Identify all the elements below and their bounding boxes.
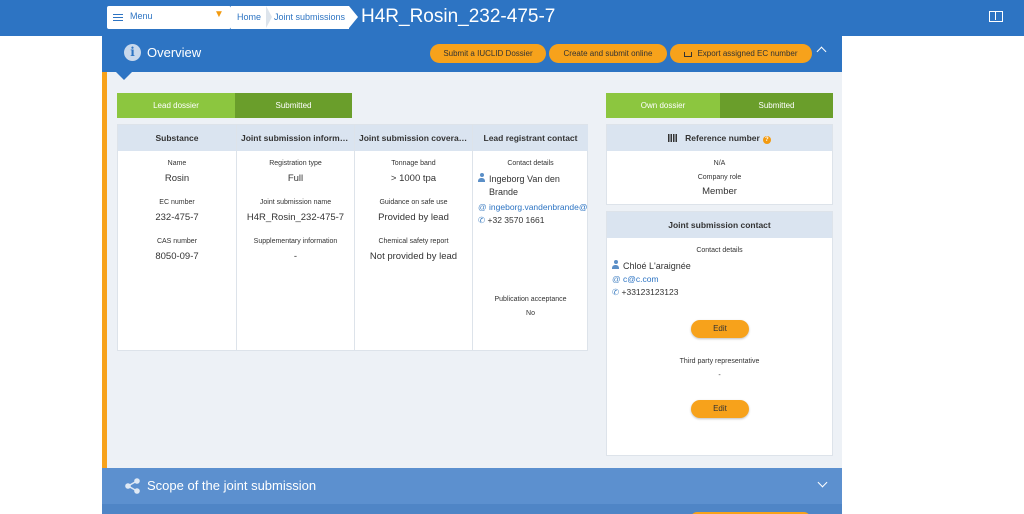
substance-header: Substance bbox=[118, 125, 236, 151]
menu-label: Menu bbox=[130, 11, 153, 21]
js-coverage-column: Joint submission coverage Tonnage band >… bbox=[354, 125, 472, 350]
js-name-label: Joint submission name bbox=[259, 199, 332, 206]
user-icon bbox=[478, 173, 485, 182]
js-contact-phone: ✆ +33123123123 bbox=[612, 287, 678, 298]
js-contact-email-text[interactable]: c@c.com bbox=[623, 274, 659, 284]
chevron-down-icon: ▼ bbox=[214, 9, 224, 20]
hamburger-icon bbox=[113, 14, 123, 21]
registration-type: Full bbox=[287, 173, 304, 184]
js-coverage-header: Joint submission coverage bbox=[355, 125, 472, 151]
supplementary-info-label: Supplementary information bbox=[253, 238, 338, 245]
overview-notch bbox=[116, 72, 132, 80]
js-contact-header: Joint submission contact bbox=[607, 212, 832, 238]
third-party-label: Third party representative bbox=[679, 358, 760, 365]
breadcrumb-joint-submissions[interactable]: Joint submissions bbox=[274, 12, 345, 22]
publication-acceptance: No bbox=[526, 310, 535, 317]
csr-label: Chemical safety report bbox=[378, 238, 449, 245]
lead-dossier-label: Lead dossier bbox=[117, 93, 235, 118]
lead-contact-email[interactable]: @ ingeborg.vandenbrande@ bbox=[478, 202, 587, 212]
reference-card: Reference number? N/A Company role Membe… bbox=[606, 124, 833, 205]
tonnage-band-label: Tonnage band bbox=[391, 160, 436, 167]
js-contact-name-text: Chloé L'araignée bbox=[623, 261, 691, 271]
lead-contact-column: Lead registrant contact Contact details … bbox=[472, 125, 588, 350]
js-contact-name: Chloé L'araignée bbox=[612, 260, 691, 271]
help-icon[interactable]: ? bbox=[762, 136, 771, 144]
substance-column: Substance Name Rosin EC number 232-475-7… bbox=[118, 125, 236, 350]
submit-iuclid-button[interactable]: Submit a IUCLID Dossier bbox=[430, 44, 546, 63]
js-contact-phone-text: +33123123123 bbox=[621, 287, 679, 297]
js-contact-email[interactable]: @ c@c.com bbox=[612, 274, 659, 284]
phone-icon: ✆ bbox=[478, 215, 486, 225]
lead-contact-name: Ingeborg Van den bbox=[478, 173, 560, 184]
create-submit-online-button[interactable]: Create and submit online bbox=[549, 44, 667, 63]
csr-value: Not provided by lead bbox=[369, 251, 458, 262]
registration-type-label: Registration type bbox=[269, 160, 322, 167]
cas-number-label: CAS number bbox=[156, 238, 198, 245]
reference-header: Reference number? bbox=[607, 125, 832, 151]
name-label: Name bbox=[167, 160, 187, 167]
lead-contact-phone-text: +32 3570 1661 bbox=[487, 215, 545, 225]
page-margin bbox=[842, 36, 1024, 514]
download-icon bbox=[684, 52, 693, 57]
reference-header-label: Reference number bbox=[685, 133, 760, 143]
guidance-value: Provided by lead bbox=[378, 212, 449, 223]
book-icon[interactable] bbox=[989, 11, 1003, 22]
js-info-column: Joint submission information Registratio… bbox=[236, 125, 354, 350]
js-name: H4R_Rosin_232-475-7 bbox=[246, 212, 345, 223]
info-icon: i bbox=[124, 44, 141, 61]
lead-contact-name-line2: Brande bbox=[489, 187, 519, 197]
phone-icon: ✆ bbox=[612, 287, 620, 297]
js-contact-details-label: Contact details bbox=[696, 247, 743, 254]
supplementary-info: - bbox=[293, 251, 298, 262]
share-icon bbox=[125, 478, 140, 494]
status-stripe bbox=[102, 72, 107, 468]
user-icon bbox=[612, 260, 619, 269]
reference-number: N/A bbox=[713, 160, 726, 167]
company-role-label: Company role bbox=[697, 174, 742, 181]
overview-table: Substance Name Rosin EC number 232-475-7… bbox=[117, 124, 588, 351]
js-contact-card: Joint submission contact Contact details… bbox=[606, 211, 833, 456]
js-info-header: Joint submission information bbox=[237, 125, 354, 151]
lead-dossier-status: Submitted bbox=[235, 93, 352, 118]
breadcrumb-separator bbox=[266, 6, 272, 28]
breadcrumb-arrow bbox=[349, 6, 358, 28]
substance-name: Rosin bbox=[164, 173, 190, 184]
tonnage-band: > 1000 tpa bbox=[390, 173, 437, 184]
edit-contact-button[interactable]: Edit bbox=[691, 320, 749, 338]
lead-contact-header: Lead registrant contact bbox=[473, 125, 588, 151]
ec-number: 232-475-7 bbox=[155, 212, 199, 223]
barcode-icon bbox=[668, 134, 678, 142]
lead-contact-name-line1: Ingeborg Van den bbox=[489, 174, 560, 184]
edit-third-party-button[interactable]: Edit bbox=[691, 400, 749, 418]
own-dossier-status: Submitted bbox=[720, 93, 833, 118]
third-party-value: - bbox=[718, 372, 721, 379]
at-icon: @ bbox=[478, 202, 487, 212]
publication-acceptance-label: Publication acceptance bbox=[494, 296, 567, 303]
company-role: Member bbox=[702, 186, 737, 197]
breadcrumb-home[interactable]: Home bbox=[237, 12, 261, 22]
own-dossier-label: Own dossier bbox=[606, 93, 720, 118]
scope-title: Scope of the joint submission bbox=[147, 478, 317, 493]
overview-title: Overview bbox=[147, 45, 202, 60]
export-ec-number-button[interactable]: Export assigned EC number bbox=[670, 44, 812, 63]
menu-button[interactable]: Menu ▼ bbox=[107, 6, 231, 29]
lead-contact-phone: ✆ +32 3570 1661 bbox=[478, 215, 544, 226]
guidance-label: Guidance on safe use bbox=[379, 199, 448, 206]
contact-details-label: Contact details bbox=[507, 160, 554, 167]
page-title: H4R_Rosin_232-475-7 bbox=[361, 6, 556, 27]
at-icon: @ bbox=[612, 274, 621, 284]
lead-contact-email-text[interactable]: ingeborg.vandenbrande@ bbox=[489, 202, 587, 212]
cas-number: 8050-09-7 bbox=[155, 251, 199, 262]
export-ec-number-label: Export assigned EC number bbox=[697, 49, 798, 58]
ec-number-label: EC number bbox=[159, 199, 195, 206]
